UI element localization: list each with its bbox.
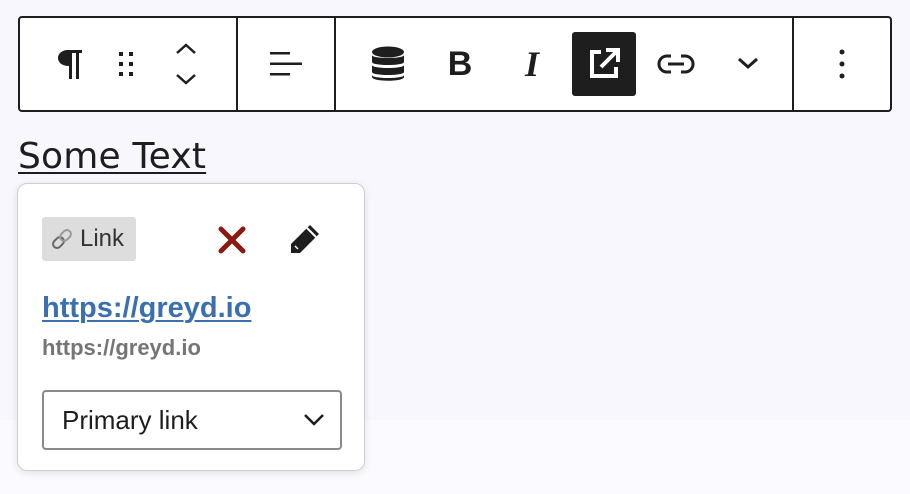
paragraph-button[interactable]: [46, 32, 94, 96]
link-icon: [657, 54, 695, 74]
more-vertical-icon: [839, 49, 845, 79]
link-type-label: Link: [80, 225, 125, 252]
align-button[interactable]: [254, 32, 318, 96]
italic-icon: I: [524, 44, 539, 84]
link-button[interactable]: [644, 32, 708, 96]
chain-link-icon: [50, 227, 74, 251]
block-toolbar: B I: [18, 16, 892, 112]
paragraph-text[interactable]: Some Text: [18, 134, 206, 180]
chevron-down-icon: [176, 74, 196, 85]
italic-button[interactable]: I: [500, 32, 564, 96]
link-type-badge: Link: [42, 217, 137, 261]
edit-link-button[interactable]: [284, 218, 326, 260]
external-link-button[interactable]: [572, 32, 636, 96]
cross-icon: [218, 226, 246, 254]
align-left-icon: [270, 52, 302, 76]
link-style-select[interactable]: Primary link: [42, 390, 342, 450]
toolbar-group-align: [238, 18, 336, 110]
move-up-button[interactable]: [162, 32, 210, 64]
drag-handle-button[interactable]: [102, 32, 150, 96]
chevron-up-icon: [176, 43, 196, 54]
dynamic-content-button[interactable]: [356, 32, 420, 96]
link-url[interactable]: https://greyd.io: [42, 292, 251, 325]
toolbar-group-options: [794, 18, 890, 110]
link-popover: Link https://greyd.io https://greyd.io P…: [17, 183, 365, 471]
pencil-icon: [291, 225, 319, 253]
database-icon: [372, 46, 404, 81]
bold-button[interactable]: B: [428, 32, 492, 96]
editor-canvas: B I Some Text Link https://greyd.io http…: [0, 0, 910, 494]
more-formatting-button[interactable]: [716, 32, 780, 96]
toolbar-group-block: [20, 18, 238, 110]
toolbar-group-format: B I: [336, 18, 794, 110]
bold-icon: B: [447, 45, 473, 83]
pilcrow-icon: [58, 50, 82, 79]
link-style-value: Primary link: [62, 404, 198, 435]
external-link-icon: [590, 48, 620, 78]
remove-link-button[interactable]: [212, 220, 252, 260]
link-url-secondary: https://greyd.io: [42, 335, 201, 360]
chevron-down-icon: [738, 57, 758, 70]
chevron-down-icon: [302, 412, 326, 428]
options-button[interactable]: [818, 32, 866, 96]
move-down-button[interactable]: [162, 64, 210, 96]
drag-handle-icon: [119, 52, 133, 76]
